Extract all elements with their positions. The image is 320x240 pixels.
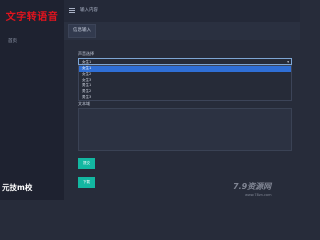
watermark-logo: 7.9资源网 [233,182,272,191]
submit-button[interactable]: 提交 [78,158,95,169]
voice-select[interactable]: 女生1 ▾ [78,58,292,65]
tab-bar: 信息输入 [64,22,300,40]
watermark-url: www.78zn.com [245,193,272,197]
sidebar: 文字转语音 首页 元技m校 [0,0,64,200]
footer-brand-logo: 元技m校 [2,183,33,192]
voice-option[interactable]: 男生3 [79,95,291,101]
text-input-area[interactable] [78,108,292,151]
tab-info-input[interactable]: 信息输入 [68,24,96,38]
voice-select-label: 声音选择 [78,51,94,56]
voice-dropdown-list: 女生1 女生2 女生3 男生1 男生2 男生3 [78,65,292,101]
menu-icon[interactable] [69,8,75,13]
main-content: 声音选择 女生1 ▾ 女生1 女生2 女生3 男生1 男生2 男生3 文本域 提… [64,40,300,200]
page-title: 输入内容 [80,8,98,13]
topbar: 输入内容 [64,0,300,23]
text-area-label: 文本域 [78,101,90,106]
brand-title: 文字转语音 [5,12,59,23]
sidebar-item-home[interactable]: 首页 [8,38,17,44]
download-button[interactable]: 下载 [78,177,95,188]
